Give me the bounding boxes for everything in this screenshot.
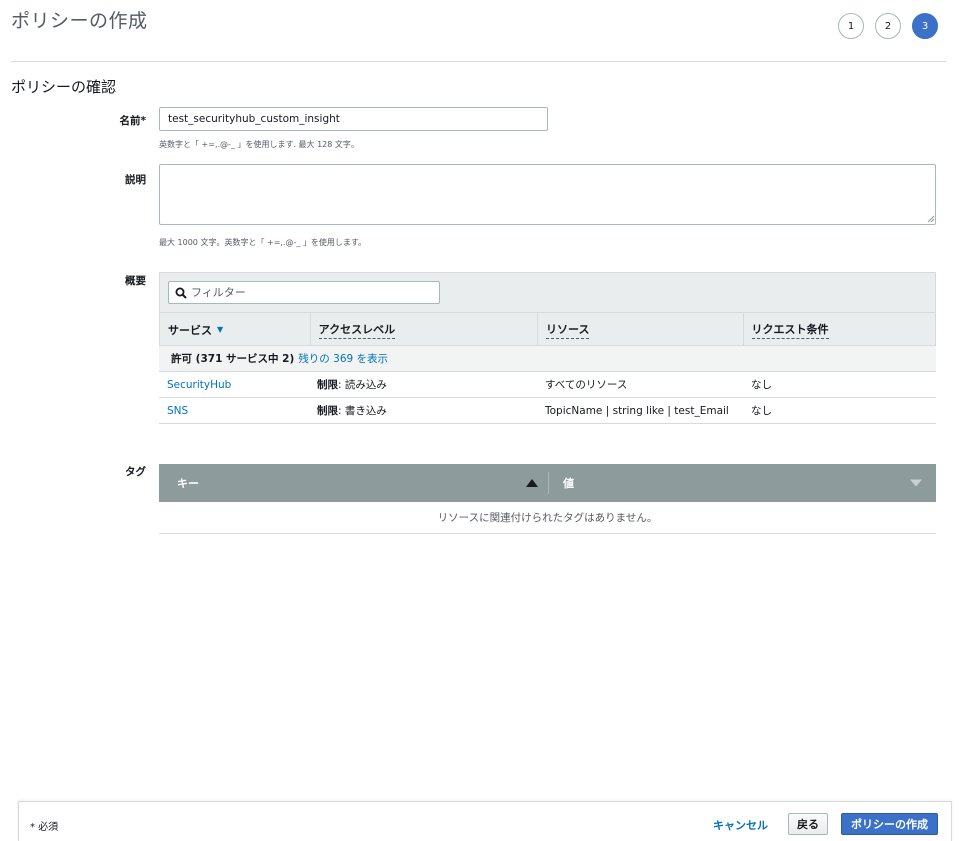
name-label: 名前*: [119, 115, 147, 127]
resource-text: TopicName | string like | test_Email: [545, 404, 729, 417]
cancel-button[interactable]: キャンセル: [713, 817, 768, 833]
column-resource-label: リソース: [546, 321, 590, 339]
access-level-text: : 読み込み: [338, 379, 387, 391]
wizard-steps: 1 2 3: [838, 13, 938, 39]
column-header-service[interactable]: サービス ▼: [160, 313, 310, 346]
condition-text: なし: [751, 405, 772, 417]
allow-group-label: 許可 (371 サービス中 2): [171, 353, 295, 365]
tags-header: キー 値: [159, 464, 936, 502]
filter-box[interactable]: [168, 281, 440, 304]
table-row: SNS 制限: 書き込み TopicName | string like | t…: [159, 397, 936, 423]
section-title: ポリシーの確認: [11, 78, 117, 96]
name-hint: 英数字と「 +=,.@-_ 」を使用します. 最大 128 文字。: [159, 140, 359, 149]
create-policy-button[interactable]: ポリシーの作成: [841, 813, 938, 835]
summary-label: 概要: [125, 275, 146, 287]
tag-value-label: 値: [563, 477, 574, 490]
column-service-label: サービス: [168, 323, 212, 337]
tag-value-header[interactable]: 値: [548, 472, 936, 494]
summary-column-headers: サービス ▼ アクセスレベル リソース リクエスト条件: [160, 312, 935, 346]
column-header-resource[interactable]: リソース: [537, 313, 742, 346]
column-header-access-level[interactable]: アクセスレベル: [309, 313, 537, 346]
description-hint: 最大 1000 文字。英数字と「 +=,.@-_ 」を使用します。: [159, 238, 367, 247]
back-button[interactable]: 戻る: [788, 813, 828, 835]
title-divider: [11, 61, 946, 62]
column-access-level-label: アクセスレベル: [318, 321, 396, 339]
triangle-up-icon: [526, 479, 538, 487]
tag-key-label: キー: [177, 477, 199, 490]
access-level-strong: 制限: [317, 405, 338, 417]
page-title: ポリシーの作成: [11, 10, 148, 32]
column-request-condition-label: リクエスト条件: [751, 321, 829, 339]
step-2[interactable]: 2: [875, 13, 901, 39]
allow-group-row: 許可 (371 サービス中 2) 残りの 369 を表示: [159, 345, 936, 371]
service-link[interactable]: SecurityHub: [167, 379, 231, 391]
tags-table: キー 値 リソースに関連付けられたタグはありません。: [159, 464, 936, 534]
summary-header: サービス ▼ アクセスレベル リソース リクエスト条件: [159, 272, 936, 346]
access-level-strong: 制限: [317, 379, 338, 391]
search-icon: [175, 287, 187, 299]
resize-handle-icon[interactable]: [925, 213, 935, 223]
description-input[interactable]: [159, 164, 936, 225]
tags-empty-message: リソースに関連付けられたタグはありません。: [159, 502, 936, 533]
policy-name-input[interactable]: [159, 107, 548, 131]
step-3: 3: [912, 13, 938, 39]
tag-key-header[interactable]: キー: [159, 475, 548, 491]
caret-down-icon: ▼: [217, 325, 224, 334]
table-row: SecurityHub 制限: 読み込み すべてのリソース なし: [159, 371, 936, 397]
footer-bar: * 必須 キャンセル 戻る ポリシーの作成: [18, 801, 952, 841]
step-1[interactable]: 1: [838, 13, 864, 39]
summary-table: サービス ▼ アクセスレベル リソース リクエスト条件 許可 (371 サービス…: [159, 272, 936, 424]
triangle-down-icon: [910, 479, 922, 487]
service-link[interactable]: SNS: [167, 405, 188, 417]
filter-input[interactable]: [191, 286, 431, 299]
tags-label: タグ: [125, 466, 146, 478]
show-remaining-link[interactable]: 残りの 369 を表示: [298, 351, 388, 366]
description-label: 説明: [125, 174, 146, 186]
required-note: * 必須: [30, 822, 59, 833]
column-header-request-condition[interactable]: リクエスト条件: [742, 313, 936, 346]
resource-text: すべてのリソース: [545, 379, 628, 391]
condition-text: なし: [751, 379, 772, 391]
access-level-text: : 書き込み: [338, 405, 387, 417]
